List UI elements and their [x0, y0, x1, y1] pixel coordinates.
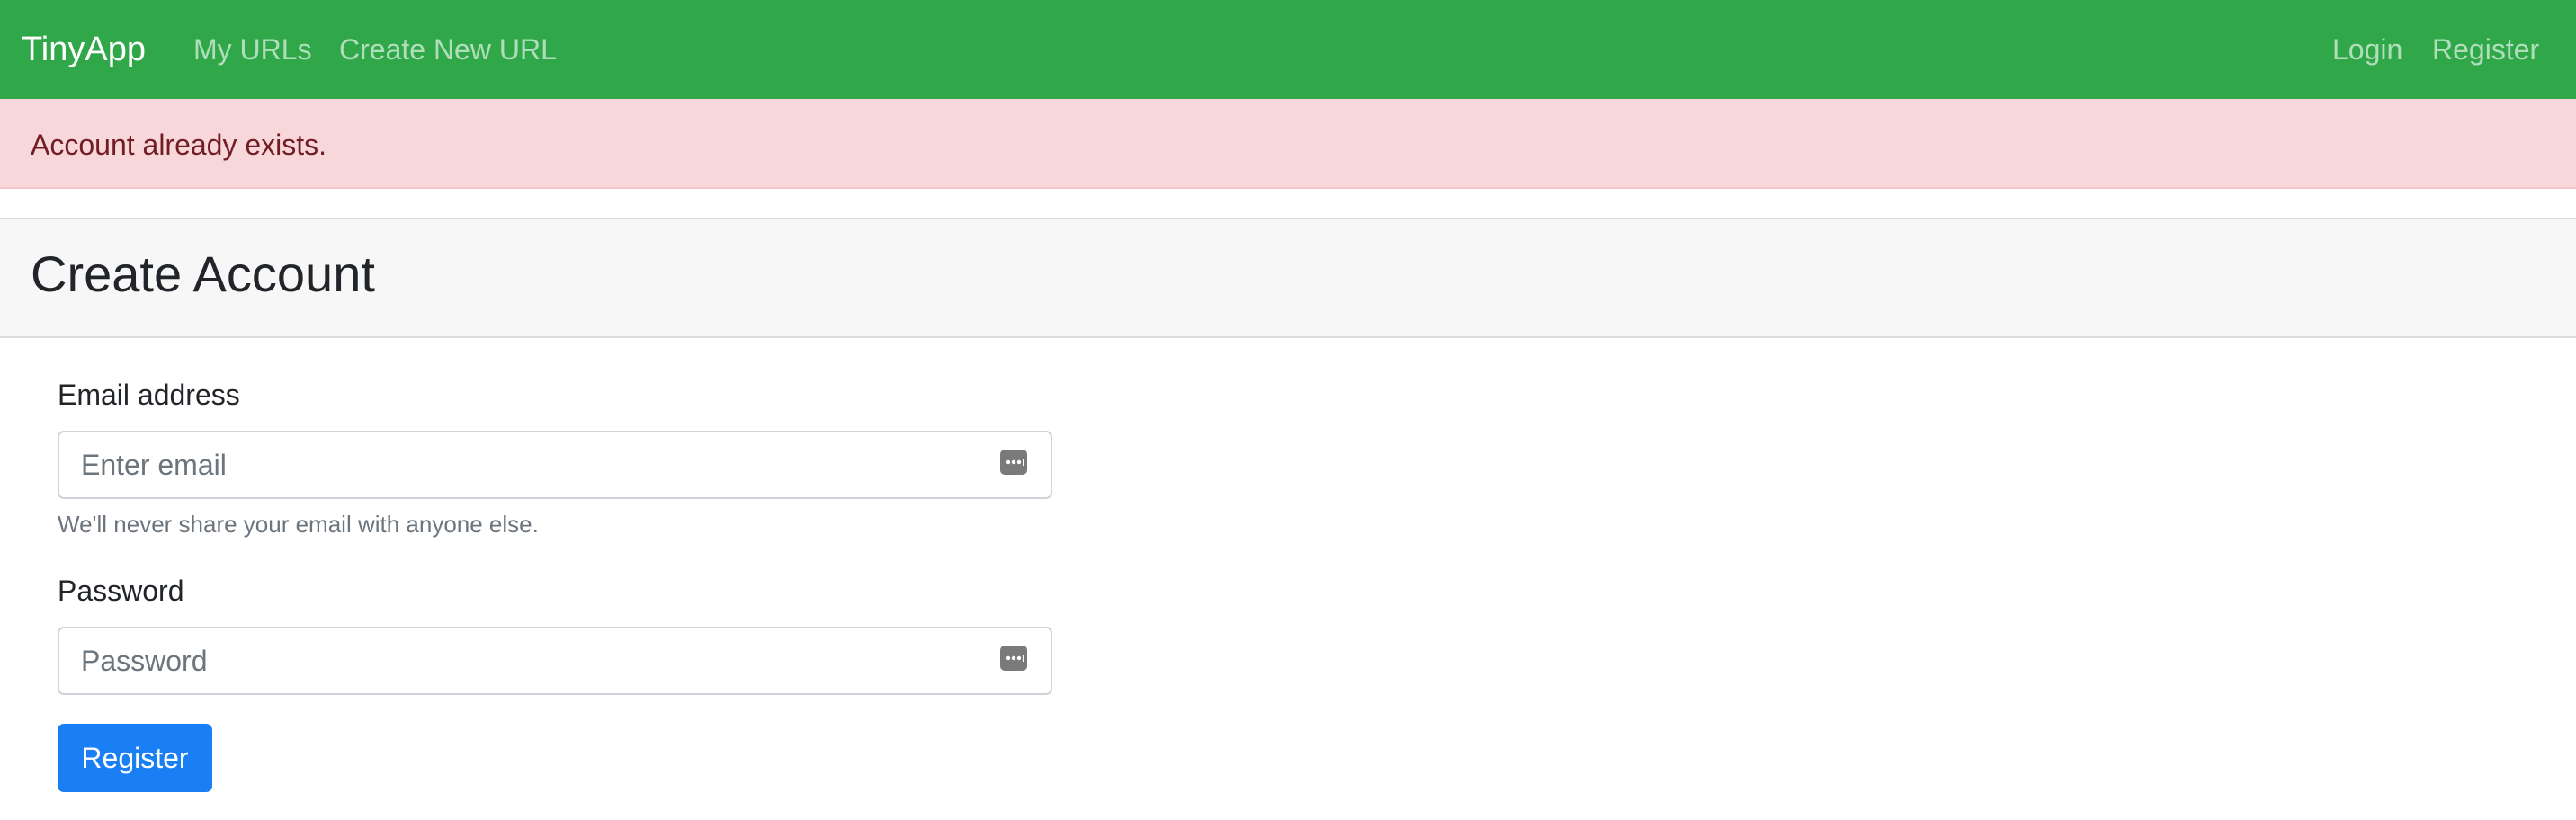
nav-login[interactable]: Login: [2332, 29, 2402, 70]
register-button[interactable]: Register: [58, 724, 212, 792]
top-navbar: TinyApp My URLs Create New URL Login Reg…: [0, 0, 2576, 99]
alert-message: Account already exists.: [31, 129, 327, 161]
page-title: Create Account: [31, 245, 375, 302]
password-manager-key-icon[interactable]: [1000, 646, 1027, 671]
password-manager-key-icon[interactable]: [1000, 450, 1027, 475]
brand-link[interactable]: TinyApp: [22, 27, 146, 72]
nav-register[interactable]: Register: [2432, 29, 2539, 70]
password-label: Password: [58, 575, 184, 607]
email-label: Email address: [58, 379, 240, 411]
error-alert: Account already exists.: [0, 99, 2576, 189]
card-header: Create Account: [0, 218, 2576, 338]
email-field[interactable]: [58, 431, 1052, 499]
email-help-text: We'll never share your email with anyone…: [58, 511, 539, 538]
nav-my-urls[interactable]: My URLs: [193, 29, 312, 70]
nav-create-new-url[interactable]: Create New URL: [339, 29, 557, 70]
password-field[interactable]: [58, 627, 1052, 695]
